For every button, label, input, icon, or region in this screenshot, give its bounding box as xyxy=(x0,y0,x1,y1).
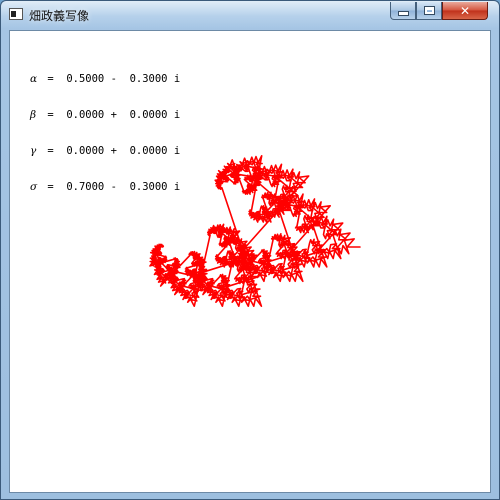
maximize-icon xyxy=(423,6,435,15)
window-title: 畑政義写像 xyxy=(29,9,90,23)
app-window-icon[interactable] xyxy=(9,8,23,20)
close-icon: ✕ xyxy=(459,3,471,18)
close-button[interactable]: ✕ xyxy=(442,2,488,20)
canvas-area[interactable]: α = 0.5000 - 0.3000 i β = 0.0000 + 0.000… xyxy=(9,30,491,493)
minimize-button[interactable] xyxy=(390,2,416,20)
maximize-button[interactable] xyxy=(416,2,442,20)
fractal-plot xyxy=(149,155,361,307)
app-window: 畑政義写像 ✕ α = 0.5000 - 0.3000 i β = 0.0000… xyxy=(0,0,500,500)
minimize-icon xyxy=(397,11,409,16)
fractal-curve xyxy=(149,155,361,307)
